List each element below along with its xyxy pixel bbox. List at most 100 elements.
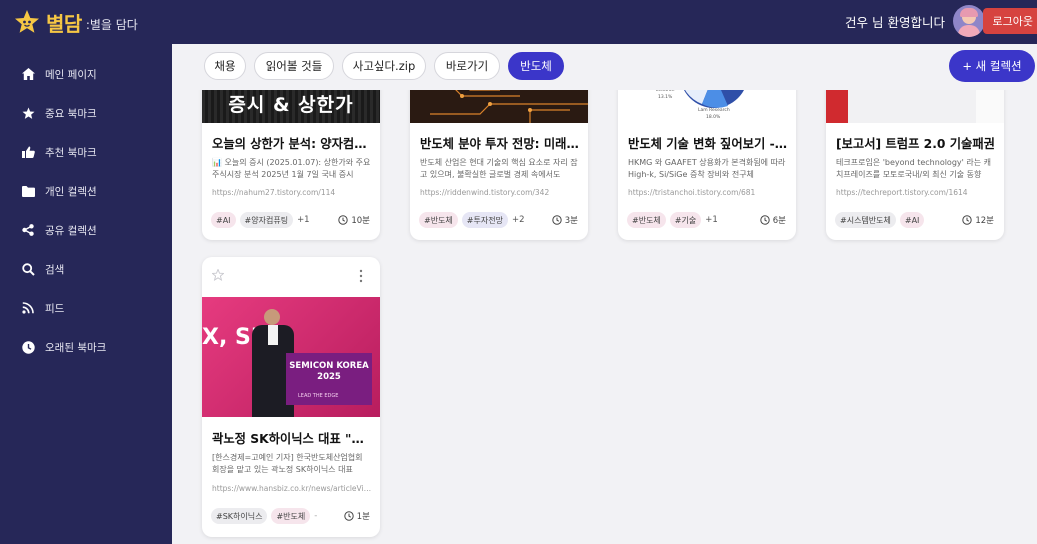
more-options-icon[interactable] — [358, 269, 364, 283]
chip-wishlist[interactable]: 사고싶다.zip — [342, 52, 426, 80]
chip-shortcuts[interactable]: 바로가기 — [434, 52, 500, 80]
card-tags: #시스템반도체 #AI — [835, 212, 928, 228]
rss-icon — [21, 301, 35, 315]
sidebar-item-main[interactable]: 메인 페이지 — [0, 60, 172, 88]
card-tags: #SK하이닉스 #반도체 - — [211, 508, 317, 524]
bookmark-card[interactable]: X, SE SEMICON KOREA 2025 LEAD THE EDGE 곽… — [202, 257, 380, 537]
tag[interactable]: #AI — [899, 212, 925, 228]
avatar[interactable] — [953, 5, 985, 37]
tag[interactable]: #양자컴퓨팅 — [239, 212, 294, 228]
sidebar-item-label: 개인 컬렉션 — [45, 185, 97, 198]
read-time: 10분 — [338, 214, 370, 226]
clock-icon — [344, 511, 354, 521]
sidebar-item-feed[interactable]: 피드 — [0, 294, 172, 322]
clock-icon — [962, 215, 973, 225]
thumbnail-text: 증시 & 상한가 — [228, 94, 354, 116]
logo[interactable]: 별담 :별을 담다 — [14, 8, 138, 37]
share-icon — [21, 223, 35, 237]
home-icon — [21, 67, 35, 81]
chip-jobs[interactable]: 채용 — [204, 52, 246, 80]
read-time: 3분 — [552, 214, 578, 226]
logout-button[interactable]: 로그아웃 — [982, 8, 1037, 34]
sidebar-item-old[interactable]: 오래된 북마크 — [0, 333, 172, 361]
app-name: 별담 — [46, 11, 82, 36]
chart-label: Lam Research — [698, 108, 730, 113]
star-icon — [21, 106, 35, 120]
tag[interactable]: #반도체 — [271, 508, 311, 524]
sidebar-item-important[interactable]: 중요 북마크 — [0, 99, 172, 127]
chip-semiconductor[interactable]: 반도체 — [508, 52, 564, 80]
bookmark-card[interactable]: 반도체 분야 투자 전망: 미래 산업 반도체 산업은 현대 기술의 핵심 요소… — [410, 74, 588, 240]
clock-icon — [760, 215, 770, 225]
tag[interactable]: #반도체 — [419, 212, 458, 228]
tag[interactable]: #반도체 — [627, 212, 666, 228]
sidebar-item-shared[interactable]: 공유 컬렉션 — [0, 216, 172, 244]
card-tags: #반도체 #기술 +1 — [627, 212, 718, 228]
more-tags-count[interactable]: +1 — [705, 215, 718, 225]
main-content: 증시 & 상한가 오늘의 상한가 분석: 양자컴퓨팅 📊 오늘의 증시 (202… — [172, 44, 1037, 544]
card-url[interactable]: https://riddenwind.tistory.com/342 — [420, 188, 580, 197]
card-title[interactable]: 반도체 분야 투자 전망: 미래 산업 — [420, 134, 580, 152]
sidebar-item-label: 피드 — [45, 302, 65, 315]
thumbs-up-icon — [21, 145, 35, 159]
tag[interactable]: #AI — [211, 212, 236, 228]
chip-reading[interactable]: 읽어볼 것들 — [254, 52, 334, 80]
sidebar-item-recommended[interactable]: 추천 북마크 — [0, 138, 172, 166]
collection-bar: 채용 읽어볼 것들 사고싶다.zip 바로가기 반도체 + 새 컬렉션 — [172, 44, 1037, 90]
clock-icon — [552, 215, 562, 225]
chart-label: 13.1% — [658, 95, 673, 100]
read-time: 1분 — [344, 510, 370, 522]
sidebar-item-label: 추천 북마크 — [45, 146, 97, 159]
more-tags-count[interactable]: +2 — [512, 215, 525, 225]
read-time: 12분 — [962, 214, 994, 226]
folder-icon — [21, 184, 35, 198]
sidebar: 메인 페이지 중요 북마크 추천 북마크 개인 컬렉션 공유 컬렉션 검색 피드… — [0, 44, 172, 544]
card-url[interactable]: https://techreport.tistory.com/1614 — [836, 188, 996, 197]
new-collection-button[interactable]: + 새 컬렉션 — [949, 50, 1035, 82]
sidebar-item-search[interactable]: 검색 — [0, 255, 172, 283]
sidebar-item-label: 공유 컬렉션 — [45, 224, 97, 237]
sidebar-item-personal[interactable]: 개인 컬렉션 — [0, 177, 172, 205]
clock-icon — [21, 340, 35, 354]
bookmark-card[interactable]: 증시 & 상한가 오늘의 상한가 분석: 양자컴퓨팅 📊 오늘의 증시 (202… — [202, 74, 380, 240]
read-time-label: 1분 — [356, 512, 370, 522]
card-description: 테크프로임은 'beyond technology' 라는 캐치프레이즈를 모토… — [836, 158, 992, 179]
card-title[interactable]: [보고서] 트럼프 2.0 기술패권 — [836, 134, 996, 152]
card-title[interactable]: 곽노정 SK하이닉스 대표 "반도체 — [212, 429, 372, 447]
read-time-label: 12분 — [975, 216, 994, 226]
bookmark-card[interactable]: Electron 13.1% Lam Research 18.0% 반도체 기술… — [618, 74, 796, 240]
card-tags: #AI #양자컴퓨팅 +1 — [211, 212, 310, 228]
read-time-label: 10분 — [351, 216, 370, 226]
card-thumbnail: X, SE SEMICON KOREA 2025 LEAD THE EDGE — [202, 297, 380, 417]
card-url[interactable]: https://nahum27.tistory.com/114 — [212, 188, 372, 197]
card-description: HKMG 와 GAAFET 상용화가 본격화됨에 따라 High-k, Si/S… — [628, 158, 786, 179]
sidebar-item-label: 오래된 북마크 — [45, 341, 107, 354]
clock-icon — [338, 215, 349, 225]
top-bar: 별담 :별을 담다 건우 님 환영합니다 로그아웃 — [0, 0, 1037, 44]
card-tags: #반도체 #투자전망 +2 — [419, 212, 524, 228]
star-outline-icon[interactable] — [212, 269, 224, 281]
thumbnail-sub-text: LEAD THE EDGE — [298, 393, 339, 399]
sidebar-item-label: 검색 — [45, 263, 65, 276]
card-url[interactable]: https://www.hansbiz.co.kr/news/articleVi… — [212, 484, 372, 493]
tag[interactable]: #기술 — [669, 212, 702, 228]
more-tags-count[interactable]: +1 — [297, 215, 310, 225]
sidebar-item-label: 메인 페이지 — [45, 68, 97, 81]
app-tagline: :별을 담다 — [85, 17, 138, 32]
card-title[interactable]: 오늘의 상한가 분석: 양자컴퓨팅 — [212, 134, 372, 152]
card-description: 반도체 산업은 현대 기술의 핵심 요소로 자리 잡고 있으며, 불확실한 글로… — [420, 158, 578, 179]
logo-star-icon — [15, 10, 39, 33]
welcome-text: 건우 님 환영합니다 — [845, 15, 945, 30]
read-time: 6분 — [760, 214, 786, 226]
tag[interactable]: #시스템반도체 — [835, 212, 896, 228]
read-time-label: 6분 — [772, 216, 786, 226]
sidebar-item-label: 중요 북마크 — [45, 107, 97, 120]
card-title[interactable]: 반도체 기술 변화 짚어보기 - 반도체 — [628, 134, 788, 152]
more-tags-count[interactable]: - — [314, 511, 317, 521]
tag[interactable]: #투자전망 — [461, 212, 508, 228]
tag[interactable]: #SK하이닉스 — [211, 508, 268, 524]
bookmark-card[interactable]: [보고서] 트럼프 2.0 기술패권 테크프로임은 'beyond techno… — [826, 74, 1004, 240]
card-url[interactable]: https://tristanchoi.tistory.com/681 — [628, 188, 788, 197]
search-icon — [21, 262, 35, 276]
read-time-label: 3분 — [564, 216, 578, 226]
